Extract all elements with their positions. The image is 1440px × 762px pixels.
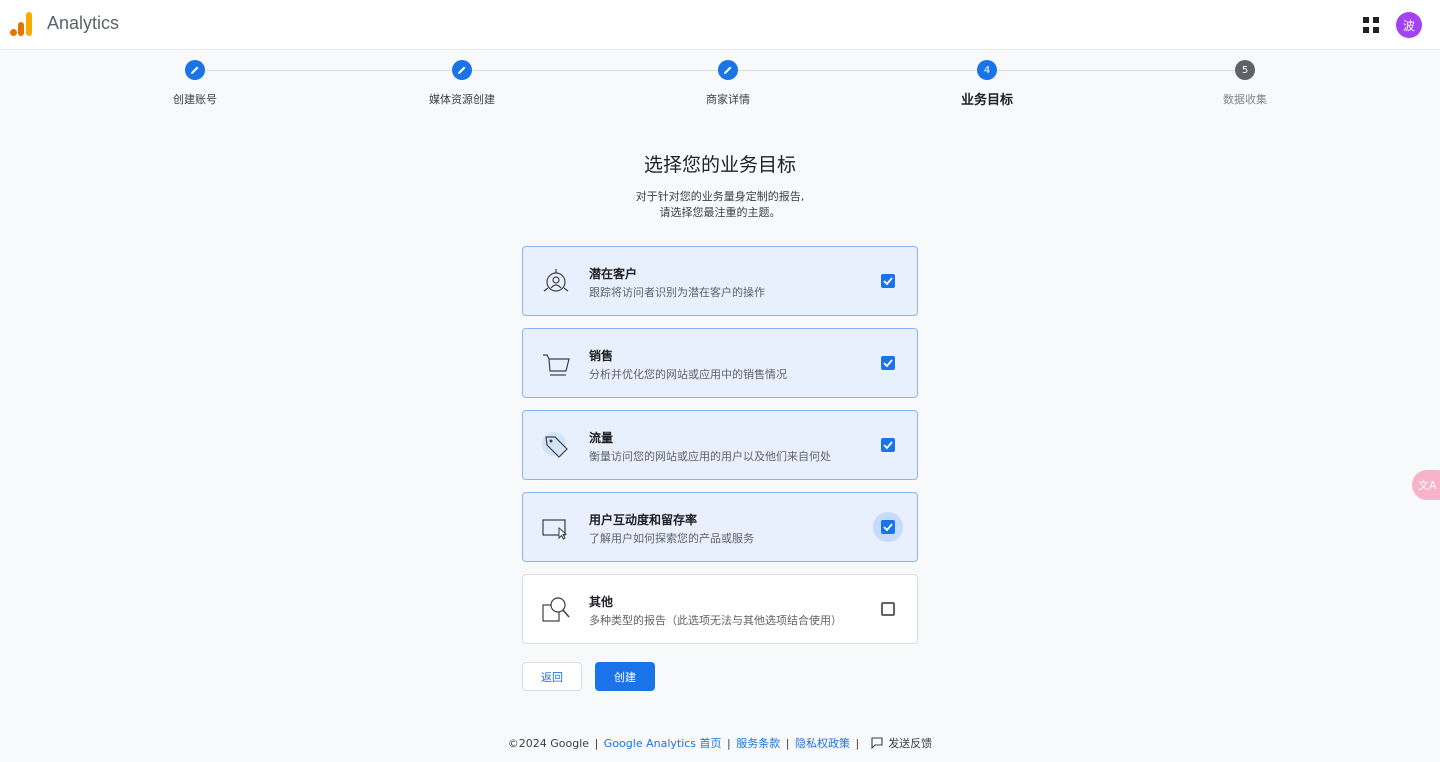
step-business-details[interactable]: 商家详情 [648, 60, 808, 107]
objective-description: 分析并优化您的网站或应用中的销售情况 [589, 368, 787, 381]
shopping-cart-icon [543, 354, 570, 376]
objective-title: 其他 [589, 595, 614, 609]
setup-stepper: 创建账号 媒体资源创建 商家详情 4 业务目标 5 数据收集 [0, 60, 1440, 110]
objective-checkbox[interactable] [881, 520, 895, 534]
footer-separator: | [855, 737, 860, 750]
objective-description: 了解用户如何探索您的产品或服务 [589, 532, 754, 545]
screen-cursor-icon [542, 519, 568, 540]
subtitle-line-2: 请选择您最注重的主题。 [659, 206, 781, 219]
footer-separator: | [785, 737, 790, 750]
pencil-icon [452, 60, 472, 80]
create-button[interactable]: 创建 [595, 662, 655, 691]
step-label: 数据收集 [1223, 93, 1267, 106]
objective-description: 跟踪将访问者识别为潜在客户的操作 [589, 286, 765, 299]
objective-title: 潜在客户 [589, 267, 638, 281]
checkmark-icon [883, 359, 893, 368]
privacy-link[interactable]: 隐私权政策 [795, 737, 850, 750]
checkmark-icon [883, 523, 893, 532]
checkmark-icon [883, 441, 893, 450]
objective-checkbox[interactable] [881, 602, 895, 616]
objective-title: 销售 [589, 349, 614, 363]
objective-card-engagement[interactable]: 用户互动度和留存率 了解用户如何探索您的产品或服务 [522, 492, 918, 562]
step-create-account[interactable]: 创建账号 [115, 60, 275, 107]
back-button[interactable]: 返回 [522, 662, 582, 691]
translate-widget-icon[interactable]: 文A [1412, 470, 1440, 500]
objective-title: 用户互动度和留存率 [589, 513, 698, 527]
pencil-icon [185, 60, 205, 80]
step-label: 商家详情 [706, 93, 750, 106]
terms-link[interactable]: 服务条款 [736, 737, 780, 750]
account-avatar[interactable]: 波 [1396, 12, 1422, 38]
step-label: 创建账号 [173, 93, 217, 106]
step-property-creation[interactable]: 媒体资源创建 [382, 60, 542, 107]
objective-description: 衡量访问您的网站或应用的用户以及他们来自何处 [589, 450, 831, 463]
copyright-text: ©2024 Google [507, 737, 590, 750]
pencil-icon [718, 60, 738, 80]
feedback-icon[interactable] [871, 737, 883, 749]
app-name: Analytics [47, 13, 120, 33]
apps-grid-icon[interactable] [1363, 17, 1379, 33]
tag-icon [542, 432, 568, 458]
objective-checkbox[interactable] [881, 274, 895, 288]
page-footer: ©2024 Google | Google Analytics 首页 | 服务条… [0, 735, 1440, 751]
checkmark-icon [883, 277, 893, 286]
footer-separator: | [727, 737, 731, 750]
analytics-logo-icon[interactable] [10, 12, 34, 36]
step-label: 业务目标 [960, 93, 1013, 108]
step-business-objectives: 4 业务目标 [907, 60, 1067, 108]
analytics-home-link[interactable]: Google Analytics 首页 [604, 737, 722, 750]
objective-title: 流量 [589, 431, 614, 445]
objective-card-traffic[interactable]: 流量 衡量访问您的网站或应用的用户以及他们来自何处 [522, 410, 918, 480]
objective-checkbox[interactable] [881, 438, 895, 452]
step-number: 4 [977, 60, 997, 80]
page-subtitle: 对于针对您的业务量身定制的报告, 请选择您最注重的主题。 [0, 189, 1440, 221]
page-title: 选择您的业务目标 [643, 154, 796, 176]
step-number: 5 [1235, 60, 1255, 80]
objective-checkbox[interactable] [881, 356, 895, 370]
objective-card-other[interactable]: 其他 多种类型的报告（此选项无法与其他选项结合使用） [522, 574, 918, 644]
subtitle-line-1: 对于针对您的业务量身定制的报告, [635, 190, 805, 203]
objective-card-leads[interactable]: 潜在客户 跟踪将访问者识别为潜在客户的操作 [522, 246, 918, 316]
lead-target-icon [543, 269, 569, 292]
footer-separator: | [594, 737, 599, 750]
magnifier-icon [542, 597, 570, 622]
step-data-collection: 5 数据收集 [1165, 60, 1325, 107]
step-label: 媒体资源创建 [429, 93, 495, 106]
objective-description: 多种类型的报告（此选项无法与其他选项结合使用） [589, 614, 842, 627]
send-feedback-link[interactable]: 发送反馈 [888, 737, 932, 750]
top-app-bar: Analytics 波 [0, 0, 1440, 50]
objective-card-sales[interactable]: 销售 分析并优化您的网站或应用中的销售情况 [522, 328, 918, 398]
